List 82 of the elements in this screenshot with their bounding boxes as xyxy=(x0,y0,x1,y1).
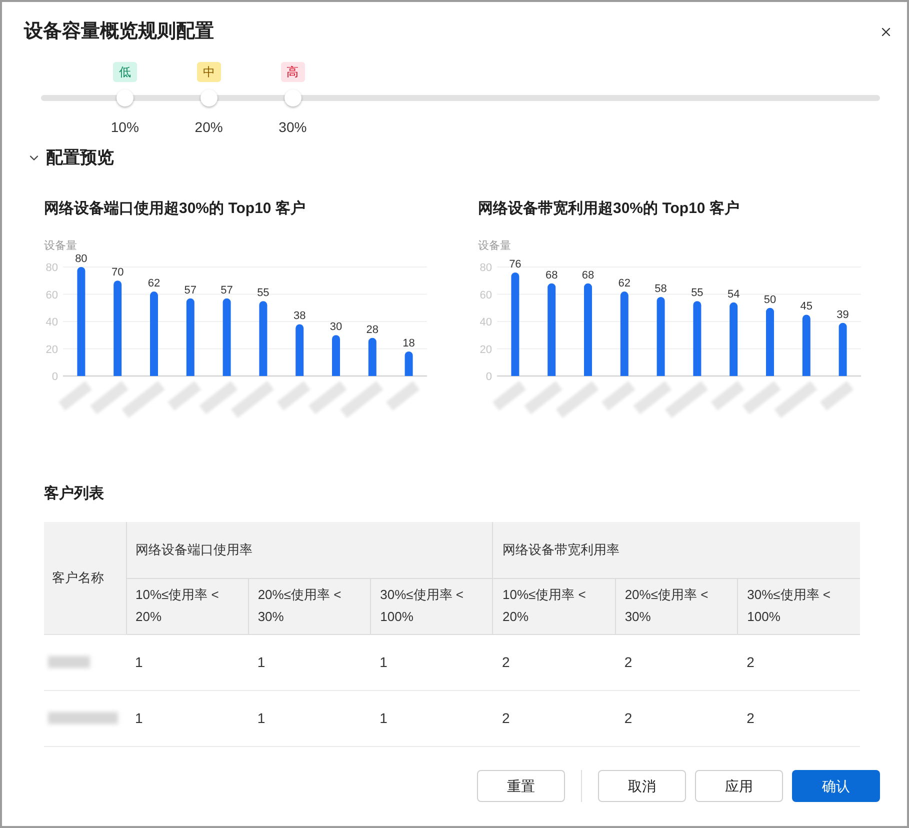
value-label: 80 xyxy=(75,253,88,265)
level-badge: 中 xyxy=(196,62,221,82)
chart-bar xyxy=(296,324,304,376)
table-cell: 1 xyxy=(126,634,248,690)
chart-bar xyxy=(332,335,340,376)
axis-tick-label: 20 xyxy=(46,344,58,356)
axis-tick-label: 80 xyxy=(480,262,492,274)
table-cell: 2 xyxy=(738,690,860,746)
slider-track[interactable] xyxy=(41,89,880,107)
slider-thumb[interactable] xyxy=(200,90,218,106)
dialog-button[interactable]: 取消 xyxy=(598,770,686,802)
value-label: 18 xyxy=(402,337,415,350)
dialog-button[interactable]: 应用 xyxy=(695,770,783,802)
close-icon[interactable] xyxy=(879,25,893,39)
value-label: 76 xyxy=(509,258,522,270)
axis-tick-label: 80 xyxy=(46,262,58,274)
table-cell: 2 xyxy=(492,634,616,690)
table-cell: 1 xyxy=(248,690,371,746)
value-label: 45 xyxy=(800,300,813,313)
redacted-name xyxy=(48,656,90,668)
column-header: 20%≤使用率 < 30% xyxy=(615,578,738,634)
value-label: 68 xyxy=(582,269,594,282)
axis-title: 设备量 xyxy=(478,240,511,252)
threshold-label: 20% xyxy=(194,119,223,135)
chart-bar xyxy=(838,322,847,376)
value-label: 57 xyxy=(184,284,197,296)
chart-bar xyxy=(404,351,413,376)
column-header: 10%≤使用率 < 20% xyxy=(126,578,248,634)
preview-toggle[interactable]: 配置预览 xyxy=(27,148,114,168)
value-label: 39 xyxy=(836,308,849,321)
threshold-label: 10% xyxy=(110,119,139,135)
table-cell: 1 xyxy=(370,690,493,746)
chart-title: 网络设备带宽利用超30%的 Top10 客户 xyxy=(478,200,740,218)
redacted-name xyxy=(48,712,118,724)
table-cell: 2 xyxy=(615,634,738,690)
column-group-header: 网络设备带宽利用率 xyxy=(492,522,860,578)
axis-tick-label: 60 xyxy=(46,289,58,302)
axis-tick-label: 40 xyxy=(480,316,492,328)
value-label: 28 xyxy=(366,324,379,336)
column-header: 10%≤使用率 < 20% xyxy=(492,578,616,634)
level-badge: 高 xyxy=(280,62,305,82)
value-label: 55 xyxy=(691,287,704,300)
table-cell: 1 xyxy=(370,634,493,690)
axis-tick-label: 0 xyxy=(486,371,492,383)
value-label: 62 xyxy=(148,278,160,290)
value-label: 70 xyxy=(111,266,124,279)
axis-tick-label: 40 xyxy=(46,316,58,328)
table-cell: 1 xyxy=(126,690,248,746)
value-label: 62 xyxy=(618,278,631,290)
dialog-title: 设备容量概览规则配置 xyxy=(24,20,214,44)
level-badge: 低 xyxy=(112,62,137,82)
table-cell: 2 xyxy=(492,690,616,746)
slider-thumb[interactable] xyxy=(116,90,134,106)
value-label: 54 xyxy=(727,288,740,300)
reset-button[interactable]: 重置 xyxy=(477,770,565,802)
column-group-header: 网络设备端口使用率 xyxy=(126,522,493,578)
threshold-label: 30% xyxy=(278,119,307,135)
table-cell: 2 xyxy=(738,634,860,690)
value-label: 50 xyxy=(764,294,776,306)
axis-tick-label: 0 xyxy=(52,371,58,383)
slider-thumb[interactable] xyxy=(284,90,302,106)
table-cell: 1 xyxy=(248,634,371,690)
axis-title: 设备量 xyxy=(44,240,77,252)
chart-bar xyxy=(766,308,774,376)
value-label: 38 xyxy=(293,310,306,322)
axis-tick-label: 60 xyxy=(480,289,492,302)
table-title: 客户列表 xyxy=(44,485,104,503)
chart-bar xyxy=(802,314,810,376)
value-label: 68 xyxy=(545,269,558,282)
value-label: 58 xyxy=(654,282,667,295)
chart-title: 网络设备端口使用超30%的 Top10 客户 xyxy=(44,200,306,218)
confirm-button[interactable]: 确认 xyxy=(792,770,880,802)
column-header: 20%≤使用率 < 30% xyxy=(248,578,371,634)
value-label: 57 xyxy=(220,284,233,296)
table-cell: 2 xyxy=(615,690,738,746)
value-label: 55 xyxy=(257,287,270,300)
column-header: 客户名称 xyxy=(44,522,126,634)
column-header: 30%≤使用率 < 100% xyxy=(738,578,860,634)
chart-bar xyxy=(368,338,376,376)
column-header: 30%≤使用率 < 100% xyxy=(370,578,493,634)
axis-tick-label: 20 xyxy=(480,344,492,356)
value-label: 30 xyxy=(330,321,342,334)
